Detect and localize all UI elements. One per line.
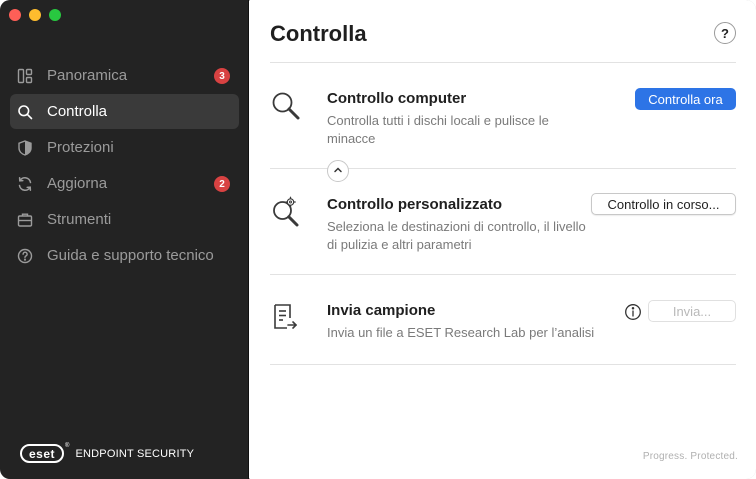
sidebar-item-label: Strumenti <box>47 211 112 228</box>
notification-badge: 2 <box>214 176 230 192</box>
sidebar-item-label: Protezioni <box>47 139 114 156</box>
sidebar-item-label: Controlla <box>47 103 108 120</box>
collapse-button[interactable] <box>327 160 349 182</box>
submit-button[interactable]: Invia... <box>648 300 736 322</box>
window-controls <box>9 9 61 21</box>
divider <box>270 62 736 63</box>
sidebar-item-label: Guida e supporto tecnico <box>47 247 214 264</box>
document-send-icon <box>270 302 302 334</box>
sidebar-item-guida[interactable]: Guida e supporto tecnico <box>10 238 239 273</box>
divider <box>270 364 736 365</box>
info-icon[interactable] <box>624 303 642 321</box>
shield-icon <box>17 139 33 156</box>
refresh-icon <box>17 176 33 192</box>
registered-mark: ® <box>65 443 70 449</box>
section-title: Controllo computer <box>327 90 467 107</box>
section-title: Controllo personalizzato <box>327 196 503 213</box>
section-title: Invia campione <box>327 302 436 319</box>
notification-badge: 3 <box>214 68 230 84</box>
section-description: Seleziona le destinazioni di controllo, … <box>327 219 586 252</box>
sidebar-item-panoramica[interactable]: Panoramica 3 <box>10 58 239 93</box>
custom-scan-section: Controllo personalizzato Seleziona le de… <box>270 193 736 266</box>
sidebar-item-label: Aggiorna <box>47 175 108 192</box>
magnifier-icon <box>270 90 302 122</box>
sidebar-item-strumenti[interactable]: Strumenti <box>10 202 239 237</box>
sidebar-item-aggiorna[interactable]: Aggiorna 2 <box>10 166 239 201</box>
sidebar: Panoramica 3 Controlla Protezioni Aggior… <box>0 0 249 479</box>
search-icon <box>17 104 33 120</box>
tagline: Progress. Protected. <box>642 451 738 462</box>
help-button[interactable]: ? <box>714 22 736 44</box>
scan-in-progress-button[interactable]: Controllo in corso... <box>591 193 736 215</box>
dashboard-icon <box>17 68 33 84</box>
toolbox-icon <box>17 212 33 228</box>
page-title: Controlla <box>270 21 367 46</box>
help-circle-icon <box>17 248 33 264</box>
zoom-window-button[interactable] <box>49 9 61 21</box>
sidebar-nav: Panoramica 3 Controlla Protezioni Aggior… <box>10 58 239 274</box>
magnifier-gear-icon <box>270 196 302 228</box>
computer-scan-section: Controllo computer Controlla tutti i dis… <box>270 88 736 160</box>
divider <box>270 274 736 275</box>
app-window: Panoramica 3 Controlla Protezioni Aggior… <box>0 0 756 479</box>
submit-sample-section: Invia campione Invia un file a ESET Rese… <box>270 300 736 352</box>
main-content: Controlla ? Controllo computer Controlla… <box>250 0 756 479</box>
sidebar-item-controlla[interactable]: Controlla <box>10 94 239 129</box>
sidebar-item-label: Panoramica <box>47 67 128 84</box>
chevron-up-icon <box>333 162 343 180</box>
section-description: Controlla tutti i dischi locali e pulisc… <box>327 113 549 146</box>
product-name: ENDPOINT SECURITY <box>75 447 195 460</box>
minimize-window-button[interactable] <box>29 9 41 21</box>
sidebar-item-protezioni[interactable]: Protezioni <box>10 130 239 165</box>
eset-logo: eset <box>20 444 65 463</box>
section-description: Invia un file a ESET Research Lab per l’… <box>327 325 595 340</box>
scan-now-button[interactable]: Controlla ora <box>635 88 736 110</box>
close-window-button[interactable] <box>9 9 21 21</box>
eset-brand: eset ® ENDPOINT SECURITY <box>20 443 195 463</box>
